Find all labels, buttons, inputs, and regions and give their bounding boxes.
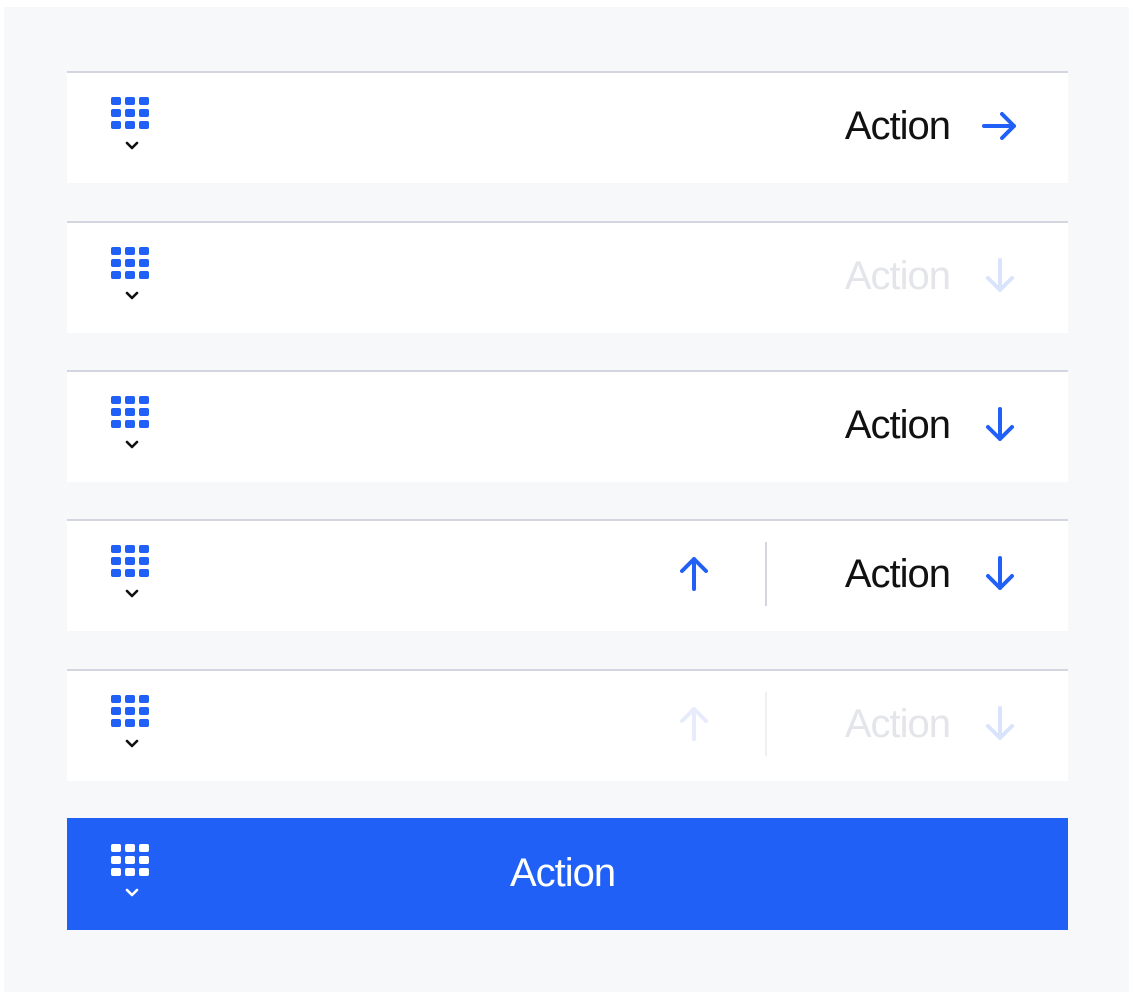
action-bar-primary: Action bbox=[67, 818, 1068, 930]
canvas: Action Action Action Action Action Actio… bbox=[4, 7, 1129, 992]
action-bar: Action bbox=[67, 370, 1068, 482]
grid-menu-button[interactable] bbox=[111, 97, 157, 157]
arrow-down-icon bbox=[980, 704, 1020, 744]
arrow-up-button-disabled[interactable] bbox=[674, 703, 714, 743]
grid-menu-button[interactable] bbox=[111, 247, 157, 307]
arrow-right-icon bbox=[980, 106, 1020, 146]
action-bar-disabled: Action bbox=[67, 221, 1068, 333]
arrow-down-icon bbox=[980, 256, 1020, 296]
action-button[interactable]: Action bbox=[845, 91, 1020, 161]
grid-menu-button[interactable] bbox=[111, 844, 157, 904]
primary-action-button[interactable]: Action bbox=[510, 838, 616, 908]
action-bar: Action bbox=[67, 71, 1068, 183]
action-label: Action bbox=[844, 702, 951, 746]
action-label: Action bbox=[844, 254, 951, 298]
arrow-down-icon bbox=[980, 554, 1020, 594]
grid-icon bbox=[111, 844, 157, 880]
grid-menu-button[interactable] bbox=[111, 695, 157, 755]
chevron-down-icon bbox=[125, 888, 139, 898]
chevron-down-icon bbox=[125, 141, 139, 151]
grid-icon bbox=[111, 247, 157, 283]
grid-icon bbox=[111, 695, 157, 731]
action-label: Action bbox=[844, 104, 951, 148]
chevron-down-icon bbox=[125, 291, 139, 301]
action-label: Action bbox=[844, 403, 951, 447]
action-button[interactable]: Action bbox=[845, 539, 1020, 609]
arrow-down-icon bbox=[980, 405, 1020, 445]
grid-icon bbox=[111, 396, 157, 432]
arrow-up-icon bbox=[680, 707, 708, 741]
action-label: Action bbox=[844, 552, 951, 596]
grid-menu-button[interactable] bbox=[111, 396, 157, 456]
grid-menu-button[interactable] bbox=[111, 545, 157, 605]
chevron-down-icon bbox=[125, 589, 139, 599]
action-button-disabled[interactable]: Action bbox=[845, 689, 1020, 759]
action-bar-split: Action bbox=[67, 519, 1068, 631]
chevron-down-icon bbox=[125, 440, 139, 450]
chevron-down-icon bbox=[125, 739, 139, 749]
action-button-disabled[interactable]: Action bbox=[845, 241, 1020, 311]
action-bar-split-disabled: Action bbox=[67, 669, 1068, 781]
arrow-up-icon bbox=[680, 557, 708, 591]
divider bbox=[765, 692, 767, 756]
grid-icon bbox=[111, 545, 157, 581]
grid-icon bbox=[111, 97, 157, 133]
action-button[interactable]: Action bbox=[845, 390, 1020, 460]
arrow-up-button[interactable] bbox=[674, 553, 714, 593]
divider bbox=[765, 542, 767, 606]
